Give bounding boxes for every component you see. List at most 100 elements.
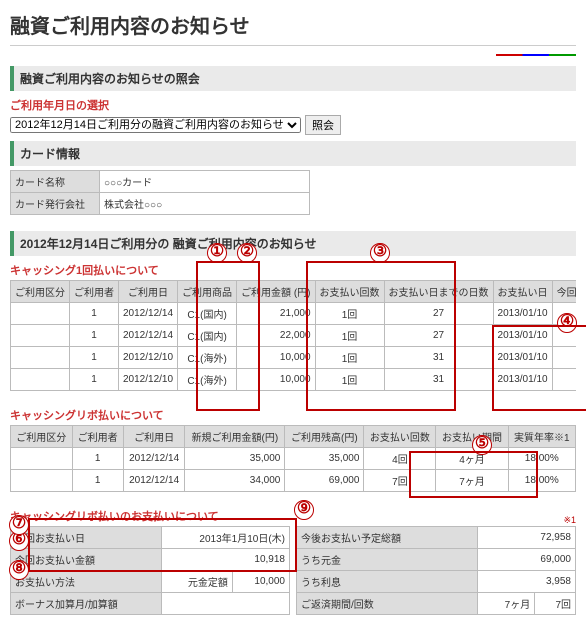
col-header: 実質年率※1 (508, 426, 575, 448)
col-header: ご利用者 (72, 426, 123, 448)
issuer: 株式会社○○○ (100, 193, 310, 215)
kv-label: ご返済期間/回数 (297, 593, 478, 615)
kv-value: 3,958 (477, 571, 575, 593)
select-label: ご利用年月日の選択 (10, 97, 576, 113)
table-row: うち元金69,000 (297, 549, 576, 571)
cell: 22,292 (552, 325, 576, 347)
table-row: ご返済期間/回数7ヶ月7回 (297, 593, 576, 615)
cell: 1 (70, 303, 119, 325)
col-header: 新規ご利用金額(円) (185, 426, 285, 448)
t1-wrap: ご利用区分ご利用者ご利用日ご利用商品ご利用金額 (円)お支払い回数お支払い日まで… (10, 280, 576, 391)
search-button[interactable]: 照会 (305, 115, 341, 135)
table-row: 12012/12/10C1(海外)10,0001回312013/01/1010,… (11, 347, 577, 369)
cell (11, 347, 70, 369)
col-header: お支払い期間 (436, 426, 508, 448)
cell: 31 (384, 347, 493, 369)
search-header: 融資ご利用内容のお知らせの照会 (10, 66, 576, 91)
table-row: お支払い方法元金定額10,000 (11, 571, 290, 593)
cell: 21,000 (237, 303, 315, 325)
cell: 69,000 (285, 470, 364, 492)
kv-label: お支払い方法 (11, 571, 162, 593)
cell: 2013/01/10 (493, 303, 552, 325)
table-row: 12012/12/1435,00035,0004回4ヶ月18.00% (11, 448, 576, 470)
cell: 1 (70, 347, 119, 369)
cell: 2013/01/10 (493, 325, 552, 347)
cell: 7回 (364, 470, 436, 492)
cell: 1 (70, 325, 119, 347)
cell: 2012/12/14 (123, 470, 185, 492)
cell: 21,279 (552, 303, 576, 325)
cell: 22,000 (237, 325, 315, 347)
kv-value: 72,958 (477, 527, 575, 549)
cell: 1 (70, 369, 119, 391)
t3-title: キャッシングリボ払いのお支払いについて (10, 508, 219, 524)
kv-label: 今回お支払い日 (11, 527, 162, 549)
payment-detail-right: 今後お支払い予定総額72,958うち元金69,000うち利息3,958ご返済期間… (296, 526, 576, 615)
table-row: 12012/12/1434,00069,0007回7ヶ月18.00% (11, 470, 576, 492)
col-header: ご利用残高(円) (285, 426, 364, 448)
table-row: 今回お支払い金額10,918 (11, 549, 290, 571)
cell: 35,000 (185, 448, 285, 470)
col-header: ご利用日 (119, 281, 178, 303)
revolving-table: ご利用区分ご利用者ご利用日新規ご利用金額(円)ご利用残高(円)お支払い回数お支払… (10, 425, 576, 492)
kv-value: 元金定額 (162, 571, 233, 593)
issuer-label: カード発行会社 (11, 193, 100, 215)
kv-value: 7回 (535, 593, 576, 615)
cell: 10,000 (237, 347, 315, 369)
kv-value (162, 593, 290, 615)
cell: 27 (384, 303, 493, 325)
col-header: 今回お支払い日のお支払金額 (552, 281, 576, 303)
card-name: ○○○カード (100, 171, 310, 193)
col-header: ご利用区分 (11, 281, 70, 303)
page-title: 融資ご利用内容のお知らせ (10, 10, 576, 46)
cell: 1回 (315, 325, 384, 347)
table-row: うち利息3,958 (297, 571, 576, 593)
cell: C1(国内) (178, 303, 237, 325)
table-row: 12012/12/14C1(国内)22,0001回272013/01/1022,… (11, 325, 577, 347)
kv-label: うち元金 (297, 549, 478, 571)
cell: 2012/12/10 (119, 347, 178, 369)
col-header: ご利用者 (70, 281, 119, 303)
cell (11, 303, 70, 325)
cell (11, 369, 70, 391)
cell: 35,000 (285, 448, 364, 470)
cell: 1 (72, 470, 123, 492)
col-header: ご利用金額 (円) (237, 281, 315, 303)
page-wrap: 融資ご利用内容のお知らせ 融資ご利用内容のお知らせの照会 ご利用年月日の選択 2… (10, 10, 576, 615)
kv-value: 7ヶ月 (477, 593, 534, 615)
kv-value: 10,918 (162, 549, 290, 571)
table-row: 12012/12/10C1(海外)10,0001回312013/01/1010,… (11, 369, 577, 391)
kv-label: 今後お支払い予定総額 (297, 527, 478, 549)
period-select[interactable]: 2012年12月14日ご利用分の融資ご利用内容のお知らせ (10, 117, 301, 133)
cell (11, 470, 73, 492)
kv-value: 69,000 (477, 549, 575, 571)
cell: 10,000 (237, 369, 315, 391)
cell (11, 325, 70, 347)
note-ref: ※1 (563, 515, 576, 526)
table-row: 12012/12/14C1(国内)21,0001回272013/01/1021,… (11, 303, 577, 325)
cell (11, 448, 73, 470)
cell: 2012/12/14 (119, 303, 178, 325)
t2-title: キャッシングリボ払いについて (10, 407, 576, 423)
col-header: お支払い日までの日数 (384, 281, 493, 303)
col-header: お支払い日 (493, 281, 552, 303)
table-row: 今後お支払い予定総額72,958 (297, 527, 576, 549)
kv-label: うち利息 (297, 571, 478, 593)
cell: 18.00% (508, 470, 575, 492)
col-header: ご利用区分 (11, 426, 73, 448)
cell: 1回 (315, 303, 384, 325)
cell: C1(国内) (178, 325, 237, 347)
cell: 10,152 (552, 369, 576, 391)
kv-value: 10,000 (232, 571, 289, 593)
cell: 18.00% (508, 448, 575, 470)
cell: 27 (384, 325, 493, 347)
col-header: ご利用商品 (178, 281, 237, 303)
cell: 31 (384, 369, 493, 391)
col-header: お支払い回数 (315, 281, 384, 303)
cell: 1 (72, 448, 123, 470)
notice-header: 2012年12月14日ご利用分の 融資ご利用内容のお知らせ (10, 231, 576, 256)
kv-label: ボーナス加算月/加算額 (11, 593, 162, 615)
col-header: お支払い回数 (364, 426, 436, 448)
cell: C1(海外) (178, 347, 237, 369)
card-name-label: カード名称 (11, 171, 100, 193)
